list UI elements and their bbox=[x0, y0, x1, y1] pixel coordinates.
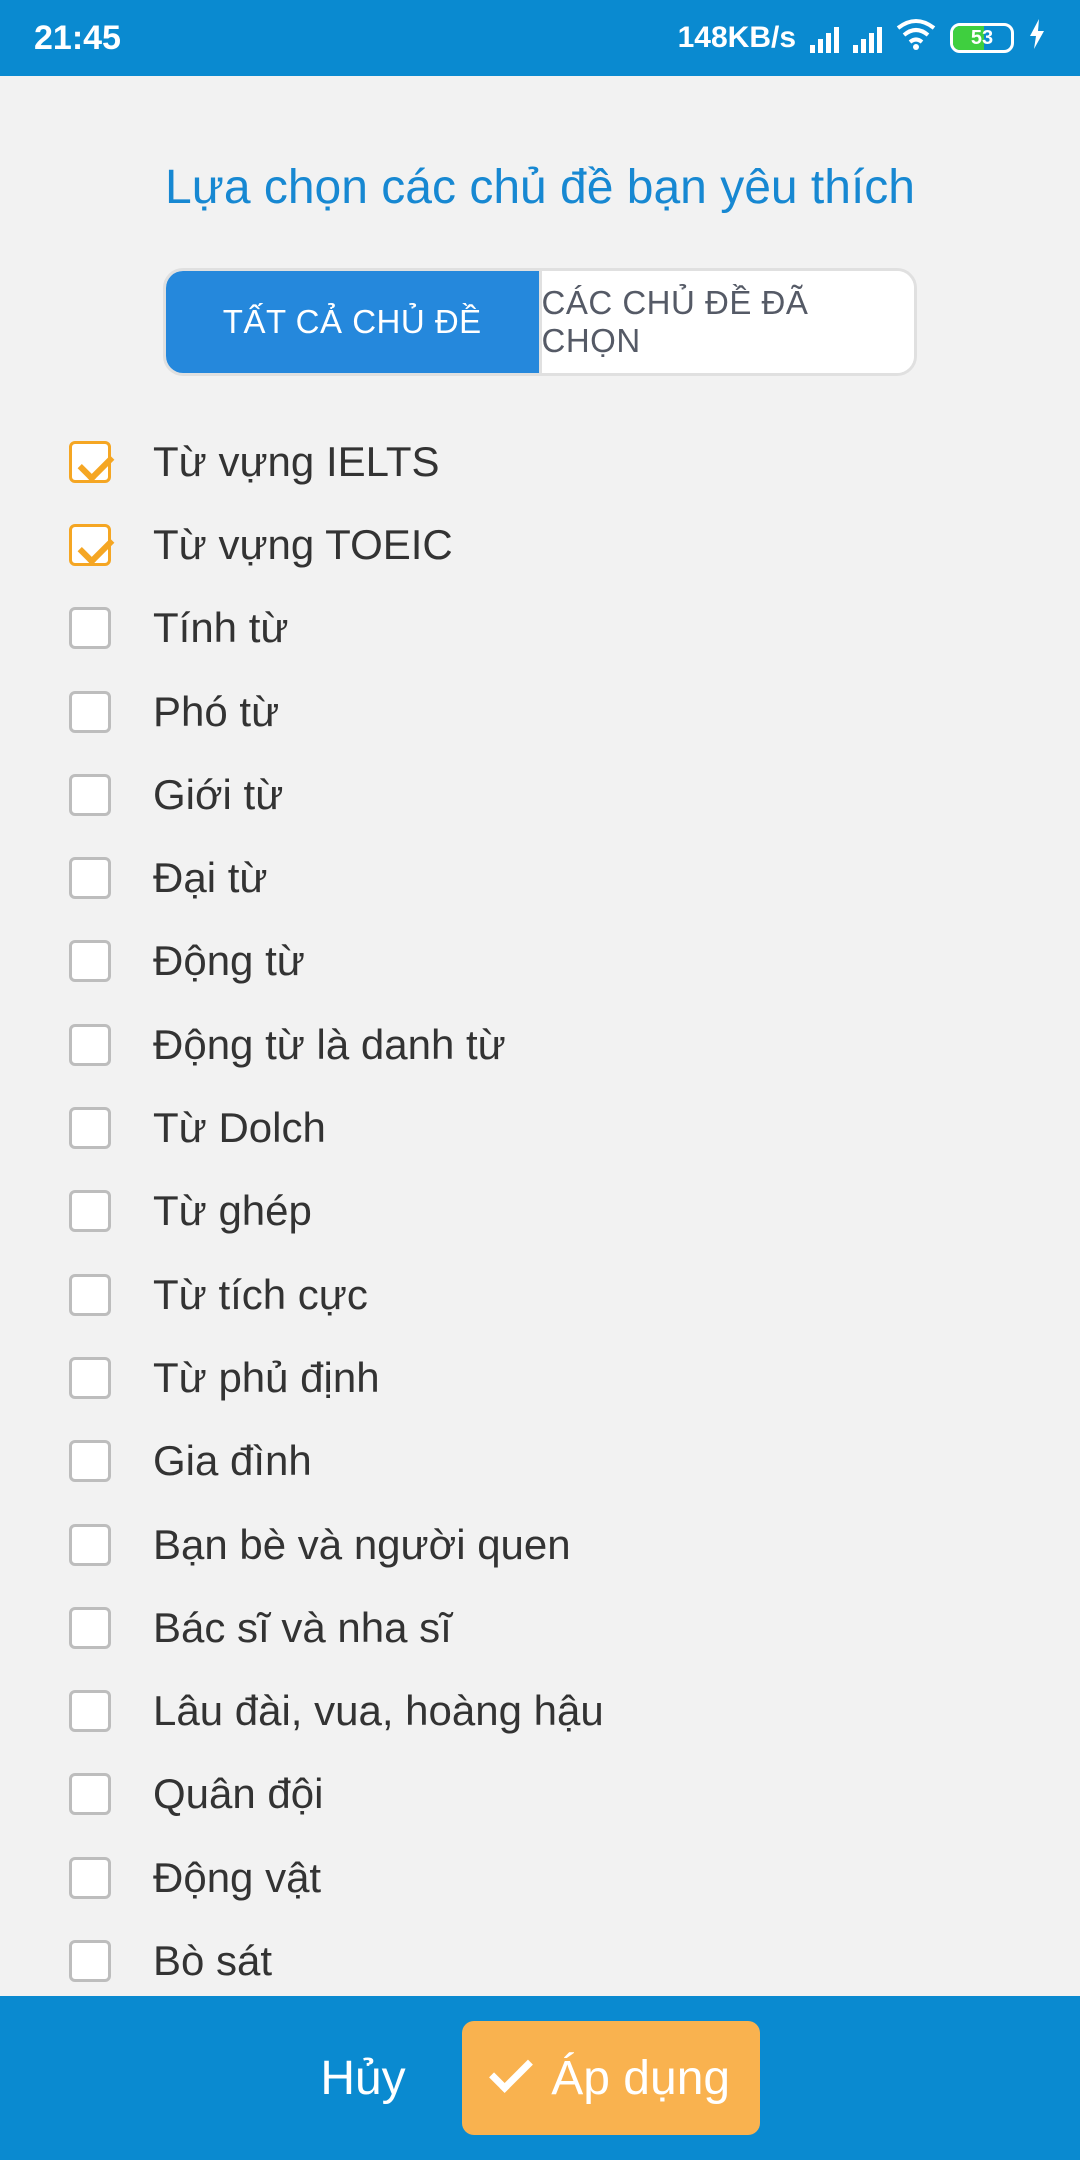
list-item-label: Phó từ bbox=[153, 687, 280, 735]
list-item[interactable]: Từ vựng TOEIC bbox=[0, 503, 1080, 586]
tab-all-topics[interactable]: TẤT CẢ CHỦ ĐỀ bbox=[166, 271, 539, 373]
list-item[interactable]: Động từ bbox=[0, 920, 1080, 1003]
list-item-label: Từ Dolch bbox=[153, 1104, 326, 1152]
checkbox[interactable] bbox=[69, 1190, 111, 1233]
checkbox[interactable] bbox=[69, 1690, 111, 1733]
list-item-label: Động từ là danh từ bbox=[153, 1020, 506, 1068]
list-item[interactable]: Bác sĩ và nha sĩ bbox=[0, 1586, 1080, 1669]
status-time: 21:45 bbox=[34, 18, 121, 57]
list-item-label: Đại từ bbox=[153, 854, 268, 902]
checkbox[interactable] bbox=[69, 773, 111, 816]
charging-icon bbox=[1028, 19, 1046, 57]
checkbox[interactable] bbox=[69, 857, 111, 900]
topic-list: Từ vựng IELTS Từ vựng TOEIC Tính từ Phó từ G… bbox=[0, 420, 1080, 2003]
checkbox-checked[interactable] bbox=[69, 440, 111, 483]
page-title: Lựa chọn các chủ đề bạn yêu thích bbox=[165, 161, 915, 214]
list-item-label: Bạn bè và người quen bbox=[153, 1520, 571, 1568]
list-item[interactable]: Đại từ bbox=[0, 836, 1080, 919]
list-item-label: Từ phủ định bbox=[153, 1353, 380, 1401]
checkbox[interactable] bbox=[69, 1939, 111, 1982]
signal-icon bbox=[810, 23, 839, 53]
list-item[interactable]: Giới từ bbox=[0, 753, 1080, 836]
list-item-label: Lâu đài, vua, hoàng hậu bbox=[153, 1687, 604, 1735]
list-item[interactable]: Lâu đài, vua, hoàng hậu bbox=[0, 1669, 1080, 1752]
status-bar: 21:45 148KB/s 53 bbox=[0, 0, 1080, 76]
cancel-button[interactable]: Hủy bbox=[320, 2051, 405, 2106]
list-item-label: Từ vựng IELTS bbox=[153, 437, 440, 485]
checkbox[interactable] bbox=[69, 1523, 111, 1566]
list-item-label: Quân đội bbox=[153, 1770, 324, 1818]
list-item-label: Động vật bbox=[153, 1853, 322, 1901]
checkbox[interactable] bbox=[69, 1107, 111, 1150]
topic-tabs: TẤT CẢ CHỦ ĐỀ CÁC CHỦ ĐỀ ĐÃ CHỌN bbox=[163, 268, 917, 376]
list-item-label: Từ tích cực bbox=[153, 1270, 368, 1318]
list-item[interactable]: Bạn bè và người quen bbox=[0, 1503, 1080, 1586]
list-item[interactable]: Phó từ bbox=[0, 670, 1080, 753]
list-item[interactable]: Tính từ bbox=[0, 587, 1080, 670]
check-icon bbox=[489, 2049, 534, 2093]
checkbox[interactable] bbox=[69, 1606, 111, 1649]
checkbox[interactable] bbox=[69, 1856, 111, 1899]
checkbox[interactable] bbox=[69, 940, 111, 983]
list-item[interactable]: Gia đình bbox=[0, 1420, 1080, 1503]
signal-icon bbox=[853, 23, 882, 53]
apply-label: Áp dụng bbox=[551, 2051, 731, 2105]
list-item[interactable]: Động vật bbox=[0, 1836, 1080, 1919]
footer-bar: Hủy Áp dụng bbox=[0, 1996, 1080, 2160]
list-item-label: Gia đình bbox=[153, 1437, 312, 1485]
list-item[interactable]: Từ phủ định bbox=[0, 1336, 1080, 1419]
list-item[interactable]: Từ ghép bbox=[0, 1170, 1080, 1253]
list-item-label: Động từ bbox=[153, 937, 305, 985]
list-item[interactable]: Động từ là danh từ bbox=[0, 1003, 1080, 1086]
list-item-label: Từ ghép bbox=[153, 1187, 312, 1235]
list-item-label: Tính từ bbox=[153, 604, 289, 652]
apply-button[interactable]: Áp dụng bbox=[461, 2021, 760, 2135]
tab-selected-topics[interactable]: CÁC CHỦ ĐỀ ĐÃ CHỌN bbox=[538, 271, 914, 373]
checkbox[interactable] bbox=[69, 1356, 111, 1399]
wifi-icon bbox=[896, 18, 936, 58]
list-item[interactable]: Bò sát bbox=[0, 1919, 1080, 2002]
list-item-label: Bò sát bbox=[153, 1936, 273, 1984]
checkbox[interactable] bbox=[69, 690, 111, 733]
checkbox[interactable] bbox=[69, 607, 111, 650]
list-item[interactable]: Từ Dolch bbox=[0, 1086, 1080, 1169]
status-icons: 148KB/s 53 bbox=[678, 18, 1046, 58]
list-item-label: Từ vựng TOEIC bbox=[153, 520, 453, 568]
list-item[interactable]: Từ tích cực bbox=[0, 1253, 1080, 1336]
list-item[interactable]: Từ vựng IELTS bbox=[0, 420, 1080, 503]
list-item-label: Giới từ bbox=[153, 770, 284, 818]
checkbox-checked[interactable] bbox=[69, 523, 111, 566]
list-item[interactable]: Quân đội bbox=[0, 1753, 1080, 1836]
checkbox[interactable] bbox=[69, 1023, 111, 1066]
battery-icon: 53 bbox=[950, 23, 1014, 53]
list-item-label: Bác sĩ và nha sĩ bbox=[153, 1603, 452, 1651]
checkbox[interactable] bbox=[69, 1273, 111, 1316]
checkbox[interactable] bbox=[69, 1440, 111, 1483]
network-speed: 148KB/s bbox=[677, 21, 796, 54]
checkbox[interactable] bbox=[69, 1773, 111, 1816]
